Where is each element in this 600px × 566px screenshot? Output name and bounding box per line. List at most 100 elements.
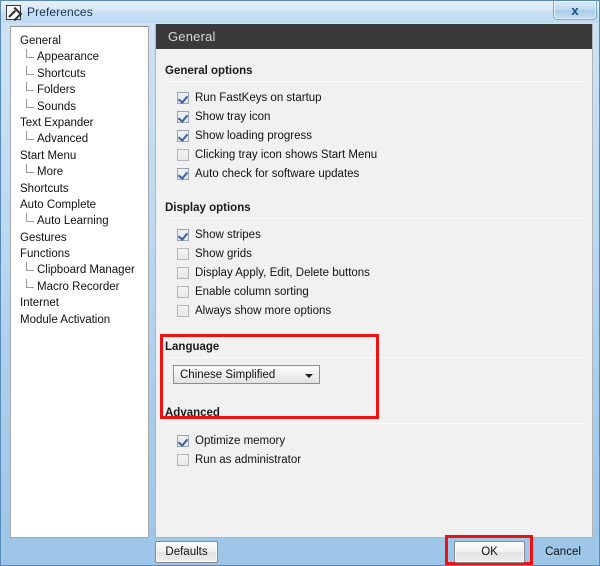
checkbox-unchecked-icon[interactable] [177, 286, 189, 298]
sidebar-item-label: Appearance [37, 51, 99, 63]
settings-category-tree[interactable]: General Appearance Shortcuts Folders Sounds T… [10, 26, 149, 538]
tree-elbow-icon [26, 66, 34, 75]
checkbox-label: Always show more options [195, 305, 331, 317]
checkbox-row[interactable]: Show tray icon [156, 107, 593, 126]
checkbox-label: Show loading progress [195, 130, 312, 142]
window-title: Preferences [27, 5, 93, 19]
tree-elbow-icon [26, 262, 34, 271]
tree-elbow-icon [26, 213, 34, 222]
language-section: Language [156, 341, 593, 358]
sidebar-item-clipboard-manager[interactable]: Clipboard Manager [11, 262, 148, 278]
sidebar-item-macro-recorder[interactable]: Macro Recorder [11, 279, 148, 295]
general-options-list: Run FastKeys on startup Show tray icon Sho… [156, 88, 593, 183]
checkbox-checked-icon[interactable] [177, 92, 189, 104]
sidebar-item-internet[interactable]: Internet [11, 295, 148, 311]
sidebar-item-sounds[interactable]: Sounds [11, 99, 148, 115]
sidebar-item-label: Macro Recorder [37, 281, 119, 293]
general-options-section: General options Run FastKeys on startupS… [156, 65, 593, 183]
checkbox-label: Run FastKeys on startup [195, 92, 322, 104]
sidebar-item-label: Clipboard Manager [37, 264, 135, 276]
language-title: Language [156, 341, 593, 353]
checkbox-row[interactable]: Display Apply, Edit, Delete buttons [156, 263, 593, 282]
checkbox-row[interactable]: Show grids [156, 244, 593, 263]
content-header: General [156, 24, 592, 49]
checkbox-row[interactable]: Run FastKeys on startup [156, 88, 593, 107]
tree-list: General Appearance Shortcuts Folders Sounds T… [11, 27, 148, 328]
checkbox-unchecked-icon[interactable] [177, 305, 189, 317]
ok-button[interactable]: OK [454, 541, 525, 563]
sidebar-item-label: Internet [20, 297, 59, 309]
sidebar-item-label: Auto Complete [20, 199, 96, 211]
sidebar-item-text-expander[interactable]: Text Expander [11, 115, 148, 131]
sidebar-item-label: Shortcuts [20, 183, 69, 195]
checkbox-checked-icon[interactable] [177, 435, 189, 447]
checkbox-checked-icon[interactable] [177, 229, 189, 241]
advanced-title: Advanced [156, 407, 593, 419]
tree-elbow-icon [26, 49, 34, 58]
sidebar-item-auto-complete[interactable]: Auto Complete [11, 197, 148, 213]
checkbox-label: Optimize memory [195, 435, 285, 447]
checkbox-label: Clicking tray icon shows Start Menu [195, 149, 377, 161]
sidebar-item-module-activation[interactable]: Module Activation [11, 312, 148, 328]
display-options-title: Display options [156, 202, 593, 214]
sidebar-item-more[interactable]: More [11, 164, 148, 180]
sidebar-item-label: Advanced [37, 133, 88, 145]
cancel-button[interactable]: Cancel [533, 541, 593, 563]
sidebar-item-start-menu[interactable]: Start Menu [11, 148, 148, 164]
checkbox-row[interactable]: Enable column sorting [156, 282, 593, 301]
sidebar-item-label: Shortcuts [37, 68, 86, 80]
sidebar-item-general[interactable]: General [11, 33, 148, 49]
tree-elbow-icon [26, 82, 34, 91]
checkbox-label: Enable column sorting [195, 286, 309, 298]
checkbox-row[interactable]: Always show more options [156, 301, 593, 320]
checkbox-row[interactable]: Clicking tray icon shows Start Menu [156, 145, 593, 164]
chevron-down-icon[interactable] [300, 368, 317, 383]
sidebar-item-shortcuts[interactable]: Shortcuts [11, 66, 148, 82]
checkbox-label: Show grids [195, 248, 252, 260]
checkbox-row[interactable]: Show loading progress [156, 126, 593, 145]
checkbox-row[interactable]: Show stripes [156, 225, 593, 244]
preferences-window: Preferences x General Appearance Shortcuts… [0, 0, 600, 566]
checkbox-label: Show stripes [195, 229, 261, 241]
checkbox-row[interactable]: Run as administrator [156, 450, 593, 469]
sidebar-item-label: Module Activation [20, 314, 110, 326]
tree-elbow-icon [26, 164, 34, 173]
checkbox-checked-icon[interactable] [177, 111, 189, 123]
sidebar-item-functions[interactable]: Functions [11, 246, 148, 262]
sidebar-item-folders[interactable]: Folders [11, 82, 148, 98]
checkbox-unchecked-icon[interactable] [177, 454, 189, 466]
checkbox-unchecked-icon[interactable] [177, 149, 189, 161]
defaults-button[interactable]: Defaults [155, 541, 218, 563]
sidebar-item-label: More [37, 166, 63, 178]
sidebar-item-gestures[interactable]: Gestures [11, 230, 148, 246]
checkbox-unchecked-icon[interactable] [177, 267, 189, 279]
sidebar-item-appearance[interactable]: Appearance [11, 49, 148, 65]
display-options-section: Display options Show stripes Show grids Di… [156, 202, 593, 320]
section-divider [165, 423, 585, 424]
sidebar-item-label: Gestures [20, 232, 67, 244]
language-selected-value: Chinese Simplified [180, 369, 275, 381]
advanced-section: Advanced Optimize memory Run as administr… [156, 407, 593, 469]
checkbox-label: Display Apply, Edit, Delete buttons [195, 267, 370, 279]
checkbox-label: Show tray icon [195, 111, 270, 123]
checkbox-label: Run as administrator [195, 454, 301, 466]
checkbox-checked-icon[interactable] [177, 130, 189, 142]
checkbox-checked-icon[interactable] [177, 168, 189, 180]
language-select[interactable]: Chinese Simplified [173, 365, 320, 384]
checkbox-row[interactable]: Optimize memory [156, 431, 593, 450]
tree-elbow-icon [26, 99, 34, 108]
close-icon: x [571, 4, 578, 17]
tree-elbow-icon [26, 131, 34, 140]
sidebar-item-label: Auto Learning [37, 215, 109, 227]
checkbox-unchecked-icon[interactable] [177, 248, 189, 260]
settings-content-panel: General General options Run FastKeys on … [155, 24, 593, 538]
sidebar-item-label: Folders [37, 84, 75, 96]
sidebar-item-auto-learning[interactable]: Auto Learning [11, 213, 148, 229]
sidebar-item-label: Text Expander [20, 117, 94, 129]
section-divider [165, 218, 585, 219]
checkbox-row[interactable]: Auto check for software updates [156, 164, 593, 183]
display-options-list: Show stripes Show grids Display Apply, Edi… [156, 225, 593, 320]
sidebar-item-shortcuts[interactable]: Shortcuts [11, 181, 148, 197]
close-button[interactable]: x [553, 1, 597, 20]
sidebar-item-advanced[interactable]: Advanced [11, 131, 148, 147]
